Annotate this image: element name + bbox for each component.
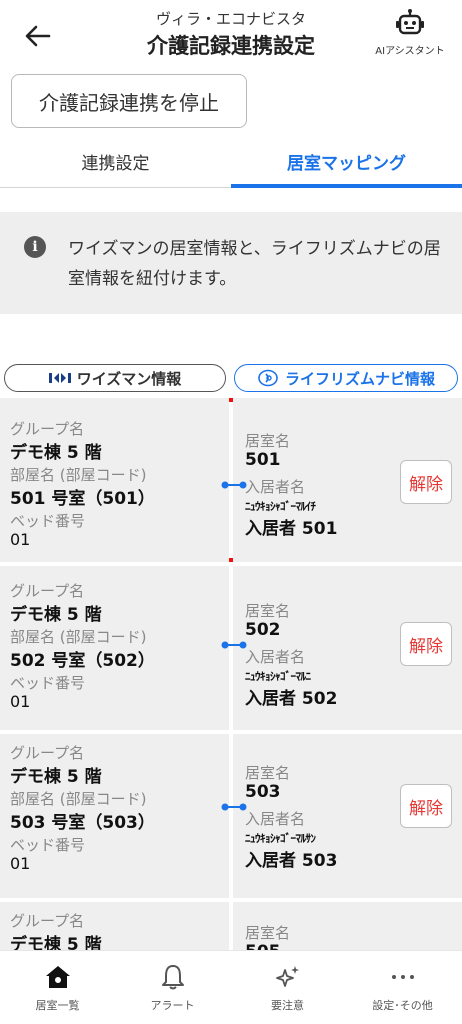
link-connector-icon — [221, 641, 247, 649]
mapping-card: グループ名 デモ棟 5 階 部屋名 (部屋コード) 502 号室（502） ベッ… — [0, 566, 462, 730]
wiseman-room-panel: グループ名 デモ棟 5 階 部屋名 (部屋コード) 502 号室（502） ベッ… — [0, 566, 229, 730]
sparkle-icon — [275, 963, 301, 991]
group-label: グループ名 — [10, 420, 85, 438]
room-code-label: 部屋名 (部屋コード) — [10, 466, 147, 484]
wiseman-room-panel: グループ名 デモ棟 5 階 部屋名 (部屋コード) 501 号室（501） ベッ… — [0, 398, 229, 562]
bottom-navigation: 居室一覧 アラート 要注意 設定･その他 — [0, 950, 462, 1024]
liferhythm-room-panel: 居室名 501 入居者名 ﾆｭｳｷｮｼｬｺﾞｰﾏﾙｲﾁ 入居者 501 解除 — [233, 398, 462, 562]
ai-assistant-button[interactable]: AIアシスタント — [370, 8, 450, 62]
liferhythm-logo-icon — [258, 369, 278, 387]
group-value: デモ棟 5 階 — [10, 443, 102, 463]
nav-label: アラート — [150, 999, 195, 1012]
group-label: グループ名 — [10, 582, 85, 600]
nav-caution[interactable]: 要注意 — [230, 951, 345, 1024]
resident-kana: ﾆｭｳｷｮｼｬｺﾞｰﾏﾙｻﾝ — [245, 832, 316, 845]
bed-label: ベッド番号 — [10, 836, 86, 854]
room-value: 501 — [245, 450, 281, 470]
more-icon — [390, 963, 416, 991]
tab-bar: 連携設定 居室マッピング — [0, 134, 462, 188]
mapping-card: グループ名 デモ棟 5 階 部屋名 (部屋コード) 503 号室（503） ベッ… — [0, 734, 462, 898]
app-header: ヴィラ・エコナビスタ 介護記録連携設定 AIアシスタント — [0, 0, 462, 70]
release-button[interactable]: 解除 — [400, 784, 452, 828]
home-icon — [45, 963, 71, 991]
robot-icon — [396, 9, 424, 35]
bed-value: 01 — [10, 854, 31, 873]
room-code-value: 501 号室（501） — [10, 489, 155, 509]
bed-label: ベッド番号 — [10, 512, 86, 530]
bed-label: ベッド番号 — [10, 674, 86, 692]
bed-value: 01 — [10, 692, 31, 711]
tab-integration-settings[interactable]: 連携設定 — [0, 134, 231, 188]
group-value: デモ棟 5 階 — [10, 767, 102, 787]
wiseman-logo-icon — [48, 373, 71, 383]
nav-label: 居室一覧 — [35, 999, 80, 1012]
room-value: 503 — [245, 782, 281, 802]
nav-alert[interactable]: アラート — [115, 951, 230, 1024]
wiseman-room-panel: グループ名 デモ棟 5 階 部屋名 (部屋コード) 503 号室（503） ベッ… — [0, 734, 229, 898]
room-value: 502 — [245, 620, 281, 640]
liferhythm-info-header: ライフリズムナビ情報 — [234, 364, 458, 392]
nav-label: 設定･その他 — [372, 999, 433, 1012]
wiseman-info-header: ワイズマン情報 — [4, 364, 226, 392]
liferhythm-room-panel: 居室名 503 入居者名 ﾆｭｳｷｮｼｬｺﾞｰﾏﾙｻﾝ 入居者 503 解除 — [233, 734, 462, 898]
bell-icon — [161, 963, 185, 991]
liferhythm-info-label: ライフリズムナビ情報 — [284, 369, 435, 388]
group-label: グループ名 — [10, 912, 85, 930]
stop-integration-button[interactable]: 介護記録連携を停止 — [11, 74, 247, 128]
link-connector-icon — [221, 481, 247, 489]
resident-label: 入居者名 — [245, 648, 306, 666]
resident-name: 入居者 502 — [245, 689, 338, 709]
nav-room-list[interactable]: 居室一覧 — [0, 951, 115, 1024]
room-label: 居室名 — [245, 432, 291, 450]
resident-name: 入居者 501 — [245, 519, 338, 539]
room-code-value: 503 号室（503） — [10, 813, 155, 833]
room-label: 居室名 — [245, 602, 291, 620]
resident-name: 入居者 503 — [245, 851, 338, 871]
room-code-label: 部屋名 (部屋コード) — [10, 790, 147, 808]
active-tab-indicator — [231, 184, 462, 188]
mapping-card: グループ名 デモ棟 5 階 部屋名 (部屋コード) 501 号室（501） ベッ… — [0, 398, 462, 562]
wiseman-info-label: ワイズマン情報 — [76, 369, 182, 388]
release-button[interactable]: 解除 — [400, 622, 452, 666]
tab-room-mapping[interactable]: 居室マッピング — [231, 134, 462, 188]
room-label: 居室名 — [245, 764, 291, 782]
resident-kana: ﾆｭｳｷｮｼｬｺﾞｰﾏﾙﾆ — [245, 670, 311, 683]
nav-settings-other[interactable]: 設定･その他 — [345, 951, 460, 1024]
room-code-value: 502 号室（502） — [10, 651, 155, 671]
resident-label: 入居者名 — [245, 810, 306, 828]
room-code-label: 部屋名 (部屋コード) — [10, 628, 147, 646]
info-icon: i — [24, 236, 46, 258]
group-label: グループ名 — [10, 744, 85, 762]
release-button[interactable]: 解除 — [400, 460, 452, 504]
info-banner: i ワイズマンの居室情報と、ライフリズムナビの居室情報を紐付けます。 — [0, 212, 462, 314]
link-connector-icon — [221, 803, 247, 811]
room-label: 居室名 — [245, 924, 291, 942]
liferhythm-room-panel: 居室名 502 入居者名 ﾆｭｳｷｮｼｬｺﾞｰﾏﾙﾆ 入居者 502 解除 — [233, 566, 462, 730]
resident-kana: ﾆｭｳｷｮｼｬｺﾞｰﾏﾙｲﾁ — [245, 500, 316, 513]
bed-value: 01 — [10, 530, 31, 549]
info-text: ワイズマンの居室情報と、ライフリズムナビの居室情報を紐付けます。 — [68, 239, 441, 289]
nav-label: 要注意 — [271, 999, 304, 1012]
group-value: デモ棟 5 階 — [10, 605, 102, 625]
resident-label: 入居者名 — [245, 478, 306, 496]
ai-assistant-label: AIアシスタント — [375, 46, 445, 57]
